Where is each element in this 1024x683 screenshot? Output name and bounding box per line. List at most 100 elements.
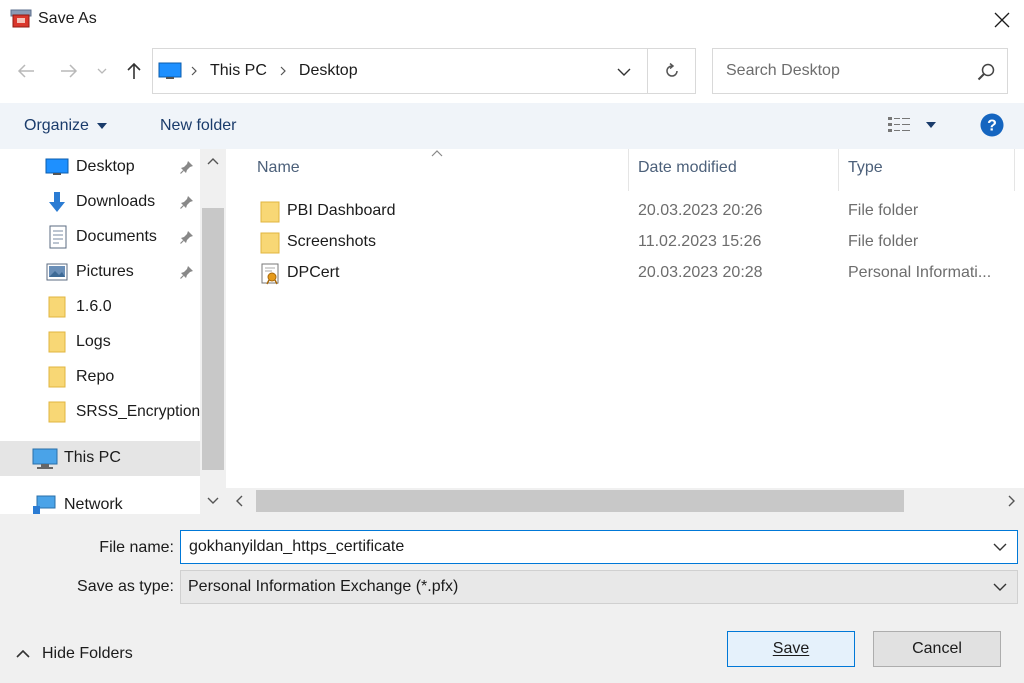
sidebar-item-srss-encryption[interactable]: SRSS_Encryption [0, 395, 200, 430]
column-header-name[interactable]: Name [257, 159, 300, 185]
file-date: 11.02.2023 15:26 [638, 233, 762, 250]
folder-icon [48, 296, 66, 318]
pin-icon [180, 161, 193, 174]
search-input[interactable] [726, 62, 966, 80]
save-button[interactable]: Save [727, 631, 855, 667]
file-row-pbi-dashboard[interactable]: PBI Dashboard 20.03.2023 20:26 File fold… [252, 197, 1022, 227]
back-button[interactable] [12, 57, 40, 85]
download-arrow-icon [49, 192, 65, 212]
file-date: 20.03.2023 20:28 [638, 264, 763, 281]
horizontal-scrollbar-thumb[interactable] [256, 490, 904, 512]
title-bar [0, 0, 1024, 40]
file-name: Screenshots [287, 233, 376, 250]
save-as-app-icon [10, 9, 32, 29]
sidebar-item-downloads[interactable]: Downloads [0, 185, 200, 220]
scroll-right-icon[interactable] [1008, 495, 1016, 507]
sidebar-item-label: Network [64, 496, 123, 513]
sidebar-item-pictures[interactable]: Pictures [0, 255, 200, 290]
pictures-icon [46, 263, 68, 281]
help-button[interactable]: ? [980, 113, 1004, 142]
sidebar-item-this-pc[interactable]: This PC [0, 441, 200, 476]
breadcrumb-desktop[interactable]: Desktop [299, 62, 358, 80]
file-name-field[interactable] [180, 530, 1018, 564]
network-icon [33, 495, 56, 514]
save-as-type-label: Save as type: [77, 578, 174, 595]
column-divider[interactable] [838, 149, 839, 191]
scroll-up-icon[interactable] [207, 157, 219, 165]
desktop-icon [45, 158, 69, 175]
sidebar-item-label: Documents [76, 228, 157, 245]
file-list: Name Date modified Type PBI Dashboard 20… [226, 149, 1024, 514]
file-type: Personal Informati... [848, 264, 992, 281]
column-header-type[interactable]: Type [848, 159, 883, 185]
details-view-icon [888, 117, 910, 132]
up-button[interactable] [120, 57, 148, 85]
sidebar-item-desktop[interactable]: Desktop [0, 150, 200, 185]
pin-icon [180, 231, 193, 244]
folder-icon [260, 201, 280, 223]
cancel-button[interactable]: Cancel [873, 631, 1001, 667]
breadcrumb-this-pc[interactable]: This PC [210, 62, 267, 80]
sidebar-item-label: 1.6.0 [76, 298, 112, 315]
file-name: DPCert [287, 264, 340, 281]
scroll-left-icon[interactable] [235, 495, 243, 507]
organize-menu[interactable]: Organize [24, 117, 107, 135]
file-row-dpcert[interactable]: DPCert 20.03.2023 20:28 Personal Informa… [252, 259, 1022, 289]
column-header-date-modified[interactable]: Date modified [638, 159, 737, 185]
sidebar-item-repo[interactable]: Repo [0, 360, 200, 395]
sidebar-item-label: Desktop [76, 158, 135, 175]
sidebar-item-label: Pictures [76, 263, 134, 280]
command-toolbar [0, 103, 1024, 149]
documents-icon [49, 225, 67, 249]
chevron-right-icon [191, 66, 197, 76]
hide-folders-button[interactable]: Hide Folders [16, 645, 133, 663]
chevron-down-icon[interactable] [993, 543, 1007, 551]
file-row-screenshots[interactable]: Screenshots 11.02.2023 15:26 File folder [252, 228, 1022, 258]
sidebar-item-label: SRSS_Encryption [76, 403, 201, 420]
sidebar-item-label: This PC [64, 449, 121, 466]
sidebar-item-1-6-0[interactable]: 1.6.0 [0, 290, 200, 325]
view-options-button[interactable] [888, 116, 936, 134]
folder-icon [260, 232, 280, 254]
recent-locations-button[interactable] [92, 57, 112, 85]
navigation-scrollbar-thumb[interactable] [202, 208, 224, 470]
column-divider[interactable] [628, 149, 629, 191]
window-title: Save As [38, 10, 97, 27]
file-type: File folder [848, 202, 919, 219]
chevron-up-icon [16, 650, 30, 658]
this-pc-icon [32, 448, 58, 469]
chevron-down-icon [993, 583, 1007, 591]
sidebar-item-network[interactable]: Network [0, 488, 200, 514]
scroll-down-icon[interactable] [207, 497, 219, 505]
sidebar-item-label: Downloads [76, 193, 156, 210]
search-box[interactable] [712, 48, 1008, 94]
folder-icon [48, 401, 66, 423]
folder-icon [48, 366, 66, 388]
sort-ascending-icon [431, 150, 443, 157]
monitor-icon [158, 62, 182, 79]
refresh-icon [665, 63, 678, 77]
sidebar-item-label: Logs [76, 333, 111, 350]
file-name-input[interactable] [189, 538, 969, 556]
file-name: PBI Dashboard [287, 202, 396, 219]
new-folder-button[interactable]: New folder [160, 117, 236, 135]
save-as-type-value: Personal Information Exchange (*.pfx) [188, 578, 459, 595]
forward-button[interactable] [55, 57, 83, 85]
sidebar-item-documents[interactable]: Documents [0, 220, 200, 255]
help-icon: ? [980, 113, 1004, 137]
file-type: File folder [848, 233, 919, 250]
folder-icon [48, 331, 66, 353]
organize-label: Organize [24, 117, 89, 134]
address-bar[interactable]: This PC Desktop [152, 48, 648, 94]
close-button[interactable] [984, 4, 1020, 36]
save-as-type-select[interactable]: Personal Information Exchange (*.pfx) [180, 570, 1018, 604]
navigation-pane: Desktop Downloads Documents Pictures 1.6… [0, 149, 226, 514]
search-icon [977, 63, 995, 81]
column-divider[interactable] [1014, 149, 1015, 191]
certificate-icon [261, 263, 279, 285]
caret-down-icon [926, 122, 936, 128]
hide-folders-label: Hide Folders [42, 645, 133, 662]
address-dropdown-icon[interactable] [617, 68, 631, 76]
sidebar-item-logs[interactable]: Logs [0, 325, 200, 360]
refresh-button[interactable] [648, 48, 696, 94]
